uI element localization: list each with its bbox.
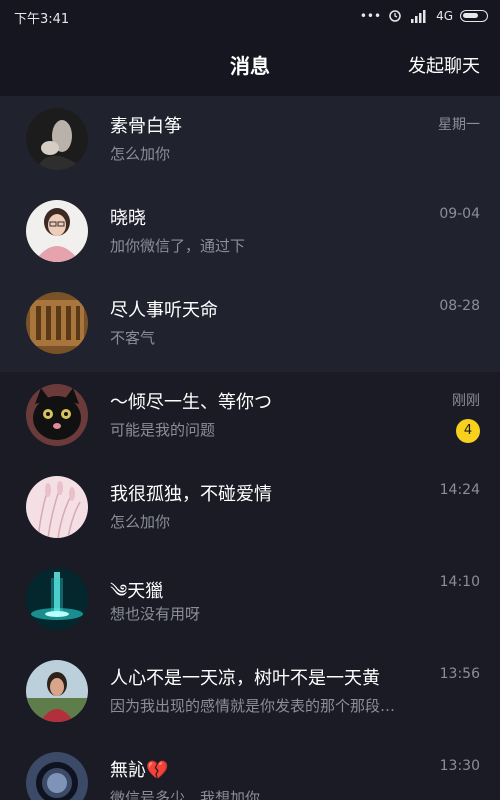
avatar-image	[26, 476, 88, 538]
avatar-image	[26, 384, 88, 446]
chat-preview: 怎么加你	[110, 513, 171, 531]
avatar-image	[26, 108, 88, 170]
chat-name: 人心不是一天凉，树叶不是一天黄	[110, 668, 380, 689]
avatar[interactable]	[26, 292, 88, 354]
avatar[interactable]	[26, 200, 88, 262]
chat-time: 13:30	[439, 758, 480, 774]
status-bar: 下午3:41 ••• 4G	[0, 0, 500, 32]
chat-row[interactable]: 無訫💔 微信号多少，我想加你 13:30	[0, 740, 500, 800]
chat-preview: 不客气	[110, 329, 156, 347]
avatar[interactable]	[26, 752, 88, 800]
avatar[interactable]	[26, 568, 88, 630]
unread-badge: 4	[456, 419, 480, 443]
chat-preview: 想也没有用呀	[110, 605, 201, 623]
start-chat-button[interactable]: 发起聊天	[408, 52, 480, 78]
chat-time: 13:56	[439, 666, 480, 682]
chat-row[interactable]: ༄天獵 想也没有用呀 14:10	[0, 556, 500, 648]
network-type: 4G	[436, 9, 453, 23]
status-time: 下午3:41	[14, 12, 70, 27]
hd-signal-icon	[411, 10, 426, 23]
avatar[interactable]	[26, 108, 88, 170]
more-dots-icon: •••	[359, 9, 382, 23]
avatar-image	[26, 200, 88, 262]
chat-time: 14:24	[439, 482, 480, 498]
chat-row[interactable]: 人心不是一天凉，树叶不是一天黄 因为我出现的感情就是你发表的那个那段… 13:5…	[0, 648, 500, 740]
chat-preview: 怎么加你	[110, 145, 171, 163]
chat-list: 素骨白筝 怎么加你 星期一 晓晓 加你微信了，通过下 09-04 尽人事听天命 …	[0, 96, 500, 800]
chat-time: 08-28	[439, 298, 480, 314]
avatar[interactable]	[26, 476, 88, 538]
chat-time: 09-04	[439, 206, 480, 222]
avatar[interactable]	[26, 384, 88, 446]
battery-icon	[460, 10, 488, 22]
chat-preview: 因为我出现的感情就是你发表的那个那段…	[110, 697, 396, 715]
chat-row[interactable]: 我很孤独，不碰爱情 怎么加你 14:24	[0, 464, 500, 556]
chat-time: 14:10	[439, 574, 480, 590]
chat-name: 素骨白筝	[110, 116, 182, 137]
avatar-image	[26, 752, 88, 800]
avatar-image	[26, 660, 88, 722]
chat-preview: 微信号多少，我想加你	[110, 789, 261, 800]
chat-row[interactable]: 晓晓 加你微信了，通过下 09-04	[0, 188, 500, 280]
alarm-icon	[389, 10, 401, 22]
nav-bar: 消息 发起聊天	[0, 32, 500, 96]
chat-name: 尽人事听天命	[110, 300, 218, 321]
chat-name: 晓晓	[110, 208, 146, 229]
status-icons: ••• 4G	[360, 7, 488, 25]
avatar-image	[26, 292, 88, 354]
chat-time: 刚刚	[452, 393, 480, 409]
chat-row[interactable]: ～倾尽一生、等你つ 可能是我的问题 刚刚 4	[0, 372, 500, 464]
avatar-image	[26, 568, 88, 630]
chat-name: 我很孤独，不碰爱情	[110, 484, 272, 505]
chat-name: 無訫💔	[110, 760, 169, 781]
chat-time: 星期一	[438, 117, 480, 133]
avatar[interactable]	[26, 660, 88, 722]
chat-row[interactable]: 尽人事听天命 不客气 08-28	[0, 280, 500, 372]
chat-preview: 加你微信了，通过下	[110, 237, 246, 255]
chat-name: ～倾尽一生、等你つ	[110, 392, 272, 413]
chat-row[interactable]: 素骨白筝 怎么加你 星期一	[0, 96, 500, 188]
chat-preview: 可能是我的问题	[110, 421, 216, 439]
